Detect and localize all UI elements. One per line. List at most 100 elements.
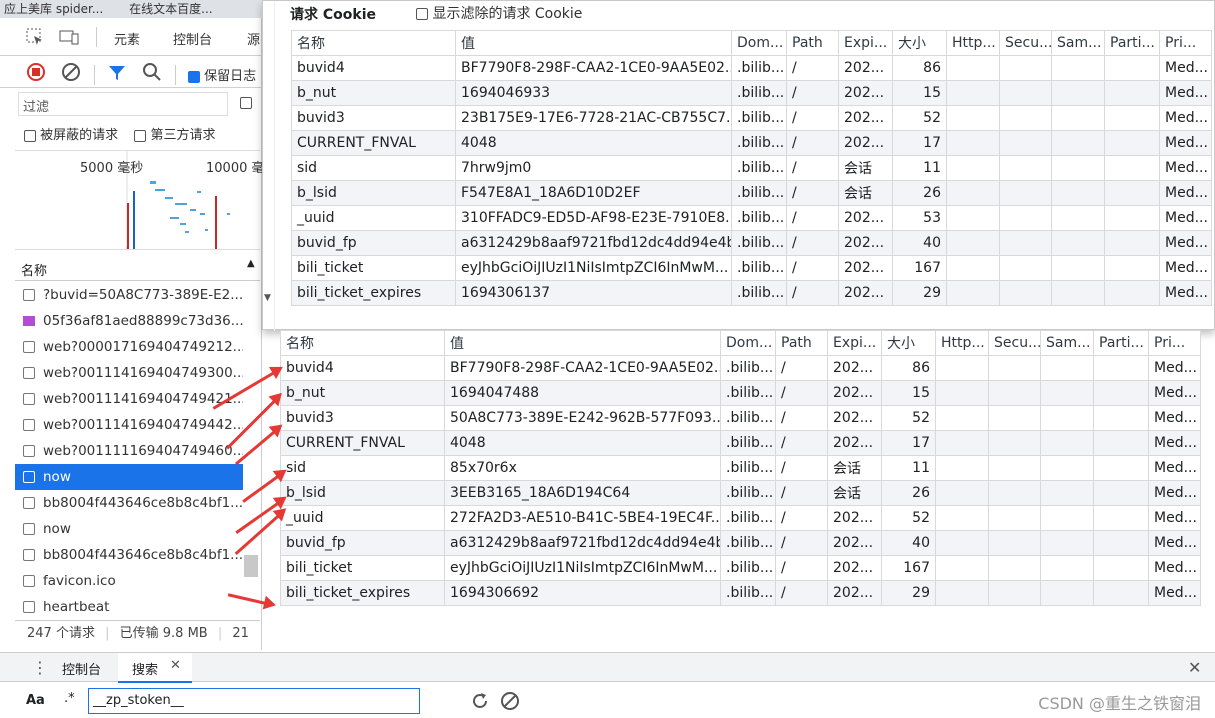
regex-toggle[interactable]: .*	[64, 691, 75, 706]
cookie-cell	[988, 405, 1041, 431]
match-case-toggle[interactable]: Aa	[26, 693, 45, 708]
drawer-tab-search[interactable]: 搜索 ✕	[118, 653, 192, 683]
popup-scrollbar[interactable]: ▼	[263, 1, 275, 331]
cookie-row[interactable]: CURRENT_FNVAL 4048 .bilib.../202... 17 Med..…	[291, 130, 1212, 156]
cookie-row[interactable]: buvid3 23B175E9-17E6-7728-21AC-CB755C7...…	[291, 105, 1212, 131]
cookie-row[interactable]: buvid_fp a6312429b8aaf9721fbd12dc4dd94e4b…	[280, 530, 1201, 556]
search-icon[interactable]	[142, 62, 162, 86]
cookie-cell: 40	[892, 230, 947, 256]
cookie-row[interactable]: _uuid 310FFADC9-ED5D-AF98-E23E-7910E8....…	[291, 205, 1212, 231]
column-header[interactable]: 大小	[881, 330, 936, 356]
column-header[interactable]: Path	[775, 330, 828, 356]
clear-search-icon[interactable]	[500, 691, 520, 715]
request-row[interactable]: web?001114169404749300...	[15, 360, 243, 386]
column-header[interactable]: Dom...	[720, 330, 776, 356]
cookie-cell: Med...	[1159, 105, 1212, 131]
cookie-cell: 167	[881, 555, 936, 581]
cookie-row[interactable]: bili_ticket eyJhbGciOiJIUzI1NiIsImtpZCI6I…	[291, 255, 1212, 281]
cookie-row[interactable]: b_nut 1694046933 .bilib.../202... 15 Med...	[291, 80, 1212, 106]
cookie-row[interactable]: sid 85x70r6x .bilib... / 会话 11 Med...	[280, 455, 1201, 481]
cookie-row[interactable]: sid 7hrw9jm0 .bilib... / 会话 11 Med...	[291, 155, 1212, 181]
browser-tab[interactable]: 应上美库 spider...	[4, 2, 103, 16]
refresh-icon[interactable]	[470, 691, 490, 715]
cookie-row[interactable]: b_lsid 3EEB3165_18A6D194C64 .bilib... / 会话 26…	[280, 480, 1201, 506]
column-header[interactable]: Expi...	[838, 30, 893, 56]
tab-sources[interactable]: 源	[247, 29, 260, 48]
invert-checkbox[interactable]	[240, 97, 252, 109]
request-row[interactable]: web?001111169404749460...	[15, 438, 243, 464]
column-header[interactable]: Http...	[935, 330, 989, 356]
checkbox[interactable]	[134, 129, 147, 142]
cookie-row[interactable]: buvid4 BF7790F8-298F-CAA2-1CE0-9AA5E02...…	[291, 55, 1212, 81]
request-row[interactable]: web?001114169404749421...	[15, 386, 243, 412]
cookie-row[interactable]: buvid4 BF7790F8-298F-CAA2-1CE0-9AA5E02...…	[280, 355, 1201, 381]
scroll-down-icon[interactable]: ▼	[264, 293, 271, 303]
request-row[interactable]: now	[15, 516, 243, 542]
column-header[interactable]: Pri...	[1148, 330, 1201, 356]
cookie-row[interactable]: bili_ticket_expires 1694306692 .bilib.../2…	[280, 580, 1201, 606]
show-filtered-cookies-checkbox[interactable]: 显示滤除的请求 Cookie	[416, 3, 582, 23]
column-header[interactable]: Http...	[946, 30, 1000, 56]
request-row[interactable]: ?buvid=50A8C773-389E-E2...	[15, 282, 243, 308]
request-row[interactable]: heartbeat	[15, 594, 243, 620]
device-toolbar-icon[interactable]	[58, 26, 80, 48]
cookie-row[interactable]: b_nut 1694047488 .bilib.../202... 15 Med...	[280, 380, 1201, 406]
column-header[interactable]: 名称	[280, 330, 445, 356]
close-drawer-icon[interactable]: ✕	[1188, 658, 1201, 677]
cookie-cell	[988, 580, 1041, 606]
cookie-row[interactable]: _uuid 272FA2D3-AE510-B41C-5BE4-19EC4F....…	[280, 505, 1201, 531]
name-column-header[interactable]: 名称	[21, 260, 47, 279]
column-header[interactable]: 名称	[291, 30, 456, 56]
column-header[interactable]: Secu...	[988, 330, 1041, 356]
more-menu-icon[interactable]: ⋮	[32, 658, 48, 677]
column-header[interactable]: Sam...	[1051, 30, 1105, 56]
checkbox-checked[interactable]	[188, 70, 200, 83]
checkbox[interactable]	[24, 129, 36, 142]
cookie-row[interactable]: buvid_fp a6312429b8aaf9721fbd12dc4dd94e4b…	[291, 230, 1212, 256]
cookie-row[interactable]: bili_ticket_expires 1694306137 .bilib.../2…	[291, 280, 1212, 306]
cookie-cell	[1104, 155, 1160, 181]
request-row[interactable]: bb8004f443646ce8b8c4bf1...	[15, 542, 243, 568]
preserve-log-checkbox[interactable]: 保留日志	[188, 65, 256, 84]
request-row[interactable]: favicon.ico	[15, 568, 243, 594]
filter-icon[interactable]	[107, 63, 127, 87]
column-header[interactable]: Parti...	[1093, 330, 1149, 356]
close-tab-icon[interactable]: ✕	[170, 658, 181, 673]
cookie-cell	[1051, 55, 1105, 81]
checkbox[interactable]	[416, 8, 428, 20]
cookie-cell: /	[786, 255, 839, 281]
request-row[interactable]: bb8004f443646ce8b8c4bf1...	[15, 490, 243, 516]
browser-tab[interactable]: 在线文本百度...	[129, 2, 212, 16]
column-header[interactable]: Expi...	[827, 330, 882, 356]
column-header[interactable]: 值	[444, 330, 721, 356]
column-header[interactable]: Dom...	[731, 30, 787, 56]
filter-input[interactable]: 过滤	[18, 92, 228, 116]
column-header[interactable]: 值	[455, 30, 732, 56]
request-row[interactable]: web?001114169404749442...	[15, 412, 243, 438]
drawer-tab-console[interactable]: 控制台	[62, 659, 101, 678]
tab-elements[interactable]: 元素	[114, 29, 140, 48]
column-header[interactable]: Sam...	[1040, 330, 1094, 356]
cookie-row[interactable]: b_lsid F547E8A1_18A6D10D2EF .bilib... / 会话 26…	[291, 180, 1212, 206]
column-header[interactable]: Pri...	[1159, 30, 1212, 56]
cookie-row[interactable]: buvid3 50A8C773-389E-E242-962B-577F093...…	[280, 405, 1201, 431]
column-header[interactable]: 大小	[892, 30, 947, 56]
request-row[interactable]: now	[15, 464, 243, 490]
tab-console[interactable]: 控制台	[173, 29, 212, 48]
cookie-cell: 15	[881, 380, 936, 406]
cookie-row[interactable]: bili_ticket eyJhbGciOiJIUzI1NiIsImtpZCI6I…	[280, 555, 1201, 581]
column-header[interactable]: Path	[786, 30, 839, 56]
cookie-row[interactable]: CURRENT_FNVAL 4048 .bilib.../202... 17 Med..…	[280, 430, 1201, 456]
column-header[interactable]: Parti...	[1104, 30, 1160, 56]
request-row[interactable]: 05f36af81aed88899c73d36...	[15, 308, 243, 334]
request-row[interactable]: web?000017169404749212...	[15, 334, 243, 360]
column-header[interactable]: Secu...	[999, 30, 1052, 56]
search-input[interactable]: __zp_stoken__	[88, 688, 420, 714]
inspect-element-icon[interactable]	[24, 26, 46, 48]
cookie-cell	[1051, 105, 1105, 131]
request-list-header[interactable]: 名称 ▲	[15, 255, 260, 281]
blocked-requests-checkbox[interactable]: 被屏蔽的请求 第三方请求	[24, 124, 215, 143]
scrollbar-thumb[interactable]	[244, 555, 258, 577]
clear-icon[interactable]	[61, 62, 81, 86]
record-stop-icon[interactable]	[26, 62, 46, 86]
